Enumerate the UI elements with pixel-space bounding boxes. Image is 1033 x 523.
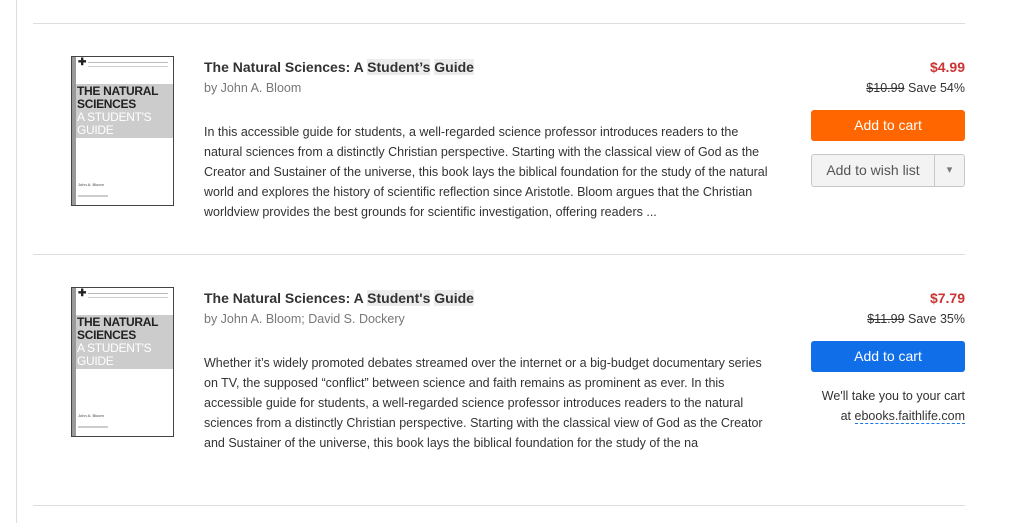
savings-text: Save 54% (908, 81, 965, 95)
original-price: $10.99 (866, 81, 905, 95)
book-author[interactable]: by John A. Bloom (204, 81, 301, 95)
book-cover[interactable]: ✚ THE NATURAL SCIENCES A STUDENT'S GUIDE… (71, 287, 174, 437)
book-title[interactable]: The Natural Sciences: A Student’s Guide (204, 59, 474, 75)
savings-text: Save 35% (908, 312, 965, 326)
cross-icon: ✚ (78, 288, 87, 299)
cover-series-line (88, 293, 168, 298)
add-to-wish-list-button[interactable]: Add to wish list (812, 155, 934, 186)
book-description: In this accessible guide for students, a… (204, 125, 768, 219)
cart-redirect-note: We'll take you to your cart at ebooks.fa… (822, 386, 965, 426)
chevron-down-icon[interactable]: ▾ (935, 155, 964, 186)
book-cover[interactable]: ✚ THE NATURAL SCIENCES A STUDENT'S GUIDE… (71, 56, 174, 206)
cover-publisher-mark (78, 195, 108, 197)
cart-note-line: at ebooks.faithlife.com (840, 409, 965, 424)
cover-subtitle: A STUDENT'S GUIDE (77, 110, 152, 137)
price-details: $10.99 Save 54% (866, 81, 965, 95)
cover-series-line (88, 62, 168, 67)
book-author[interactable]: by John A. Bloom; David S. Dockery (204, 312, 405, 326)
original-price: $11.99 (867, 312, 905, 326)
book-title[interactable]: The Natural Sciences: A Student's Guide (204, 290, 474, 306)
cover-author: John A. Bloom (78, 182, 104, 187)
cover-publisher-mark (78, 426, 108, 428)
ebooks-link[interactable]: ebooks.faithlife.com (854, 409, 965, 424)
cover-title: THE NATURAL SCIENCES (77, 84, 158, 111)
cart-note-line: We'll take you to your cart (821, 389, 965, 403)
sale-price: $7.79 (929, 290, 965, 306)
add-to-cart-button[interactable]: Add to cart (811, 341, 965, 372)
cover-subtitle: A STUDENT'S GUIDE (77, 341, 152, 368)
divider (33, 505, 965, 506)
cross-icon: ✚ (78, 57, 87, 68)
cover-author: John A. Bloom (78, 413, 104, 418)
divider (33, 254, 965, 255)
left-border (16, 0, 17, 523)
book-description: Whether it’s widely promoted debates str… (204, 356, 763, 450)
divider (33, 23, 965, 24)
price-details: $11.99 Save 35% (867, 312, 965, 326)
add-to-cart-button[interactable]: Add to cart (811, 110, 965, 141)
cover-title: THE NATURAL SCIENCES (77, 315, 158, 342)
wish-list-control: Add to wish list ▾ (811, 154, 965, 187)
sale-price: $4.99 (929, 59, 965, 75)
